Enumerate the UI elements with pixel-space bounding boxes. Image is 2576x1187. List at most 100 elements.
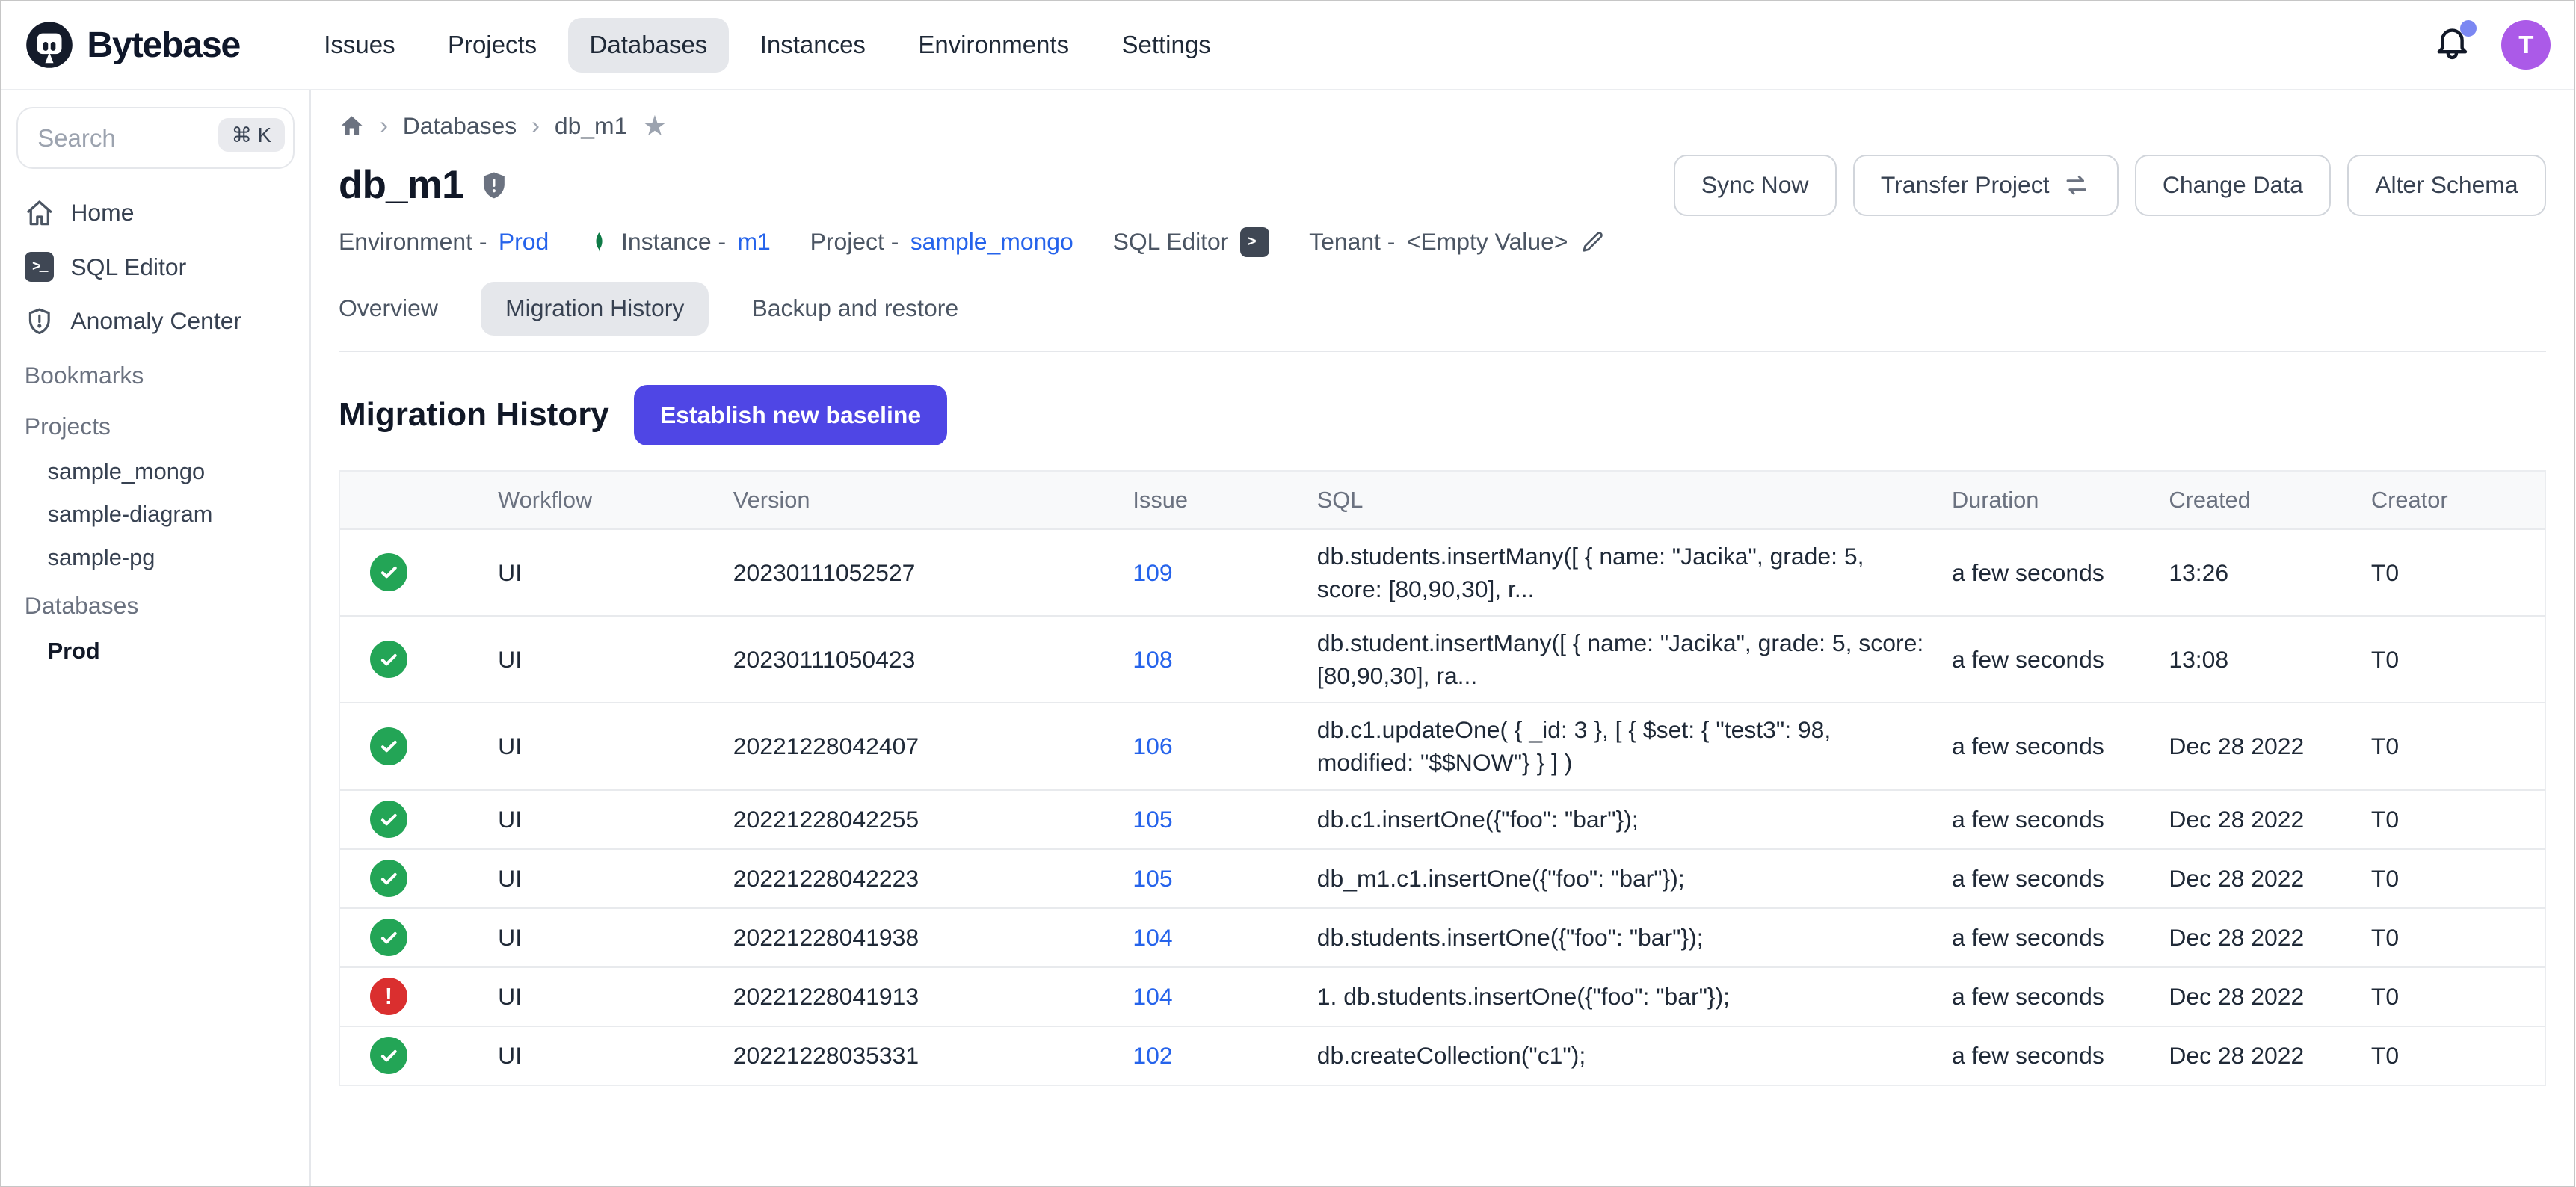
issue-link[interactable]: 102 <box>1133 1042 1172 1069</box>
tab-backup-and-restore[interactable]: Backup and restore <box>752 282 959 336</box>
table-row: !UI202212280419131041. db.students.inser… <box>340 967 2545 1026</box>
alter-schema-button[interactable]: Alter Schema <box>2347 155 2546 215</box>
instance-link[interactable]: m1 <box>737 228 770 256</box>
issue-link[interactable]: 109 <box>1133 559 1172 586</box>
success-check-icon <box>370 801 408 839</box>
issue-link[interactable]: 108 <box>1133 646 1172 673</box>
issue-link[interactable]: 106 <box>1133 733 1172 759</box>
sidebar-item-sample-diagram[interactable]: sample-diagram <box>1 493 309 536</box>
breadcrumb-databases[interactable]: Databases <box>403 112 517 140</box>
duration-cell: a few seconds <box>1938 529 2155 616</box>
sidebar-item-sql-editor[interactable]: >_SQL Editor <box>1 240 309 295</box>
column-header-sql: SQL <box>1304 472 1938 529</box>
creator-cell: T0 <box>2358 703 2544 789</box>
error-exclamation-icon: ! <box>370 978 408 1016</box>
sql-text: 1. db.students.insertOne({"foo": "bar"})… <box>1317 980 1926 1013</box>
status-cell <box>340 529 485 616</box>
issue-cell: 105 <box>1120 790 1304 849</box>
change-data-button[interactable]: Change Data <box>2135 155 2331 215</box>
home-icon[interactable] <box>339 113 365 139</box>
sidebar: ⌘ K Home>_SQL EditorAnomaly CenterBookma… <box>1 90 311 1186</box>
user-avatar[interactable]: T <box>2501 20 2551 70</box>
establish-baseline-button[interactable]: Establish new baseline <box>634 385 948 445</box>
meta-environment: Environment - Prod <box>339 228 549 256</box>
version-cell: 20221228041938 <box>720 908 1120 967</box>
sidebar-item-sample-pg[interactable]: sample-pg <box>1 536 309 579</box>
creator-cell: T0 <box>2358 849 2544 908</box>
sql-text: db_m1.c1.insertOne({"foo": "bar"}); <box>1317 862 1926 895</box>
notifications-bell-icon[interactable] <box>2432 25 2472 65</box>
issue-link[interactable]: 105 <box>1133 806 1172 833</box>
workflow-cell: UI <box>485 790 721 849</box>
duration-cell: a few seconds <box>1938 908 2155 967</box>
project-link[interactable]: sample_mongo <box>910 228 1073 256</box>
notification-dot <box>2460 20 2477 37</box>
environment-link[interactable]: Prod <box>499 228 549 256</box>
status-cell <box>340 790 485 849</box>
duration-cell: a few seconds <box>1938 849 2155 908</box>
bytebase-logo[interactable]: Bytebase <box>25 20 240 70</box>
success-check-icon <box>370 919 408 957</box>
workflow-cell: UI <box>485 529 721 616</box>
topbar-right: T <box>2432 20 2551 70</box>
environment-label: Environment - <box>339 228 487 256</box>
nav-item-databases[interactable]: Databases <box>568 18 729 73</box>
created-cell: Dec 28 2022 <box>2156 790 2358 849</box>
column-header-creator: Creator <box>2358 472 2544 529</box>
issue-cell: 104 <box>1120 908 1304 967</box>
sidebar-item-prod[interactable]: Prod <box>1 629 309 672</box>
sql-editor-label: SQL Editor <box>1113 228 1229 256</box>
bookmark-star-icon[interactable]: ★ <box>642 112 668 140</box>
table-row: UI20230111052527109db.students.insertMan… <box>340 529 2545 616</box>
issue-cell: 106 <box>1120 703 1304 789</box>
nav-item-issues[interactable]: Issues <box>303 18 417 73</box>
issue-link[interactable]: 104 <box>1133 983 1172 1010</box>
issue-link[interactable]: 104 <box>1133 924 1172 951</box>
issue-cell: 109 <box>1120 529 1304 616</box>
chevron-right-icon: › <box>531 111 540 140</box>
nav-item-environments[interactable]: Environments <box>897 18 1091 73</box>
duration-cell: a few seconds <box>1938 967 2155 1026</box>
sql-text: db.c1.insertOne({"foo": "bar"}); <box>1317 803 1926 836</box>
button-label: Alter Schema <box>2375 171 2518 199</box>
nav-item-settings[interactable]: Settings <box>1100 18 1232 73</box>
sql-editor-terminal-icon[interactable]: >_ <box>1240 227 1270 257</box>
issue-link[interactable]: 105 <box>1133 865 1172 892</box>
transfer-project-button[interactable]: Transfer Project <box>1853 155 2119 215</box>
version-cell: 20221228042223 <box>720 849 1120 908</box>
issue-cell: 105 <box>1120 849 1304 908</box>
button-label: Change Data <box>2163 171 2303 199</box>
tab-migration-history[interactable]: Migration History <box>481 282 709 336</box>
sql-cell: db.createCollection("c1"); <box>1304 1026 1938 1085</box>
shield-alert-icon <box>478 170 510 201</box>
nav-item-projects[interactable]: Projects <box>426 18 558 73</box>
creator-cell: T0 <box>2358 1026 2544 1085</box>
edit-pencil-icon[interactable] <box>1580 229 1606 255</box>
creator-cell: T0 <box>2358 529 2544 616</box>
sidebar-item-home[interactable]: Home <box>1 185 309 240</box>
version-cell: 20221228042255 <box>720 790 1120 849</box>
keyboard-shortcut-badge: ⌘ K <box>218 118 285 152</box>
duration-cell: a few seconds <box>1938 616 2155 703</box>
sidebar-nav: Home>_SQL EditorAnomaly CenterBookmarksP… <box>1 185 309 672</box>
issue-cell: 104 <box>1120 967 1304 1026</box>
nav-item-instances[interactable]: Instances <box>739 18 887 73</box>
column-header-version: Version <box>720 472 1120 529</box>
tab-overview[interactable]: Overview <box>339 282 438 336</box>
version-cell: 20230111050423 <box>720 616 1120 703</box>
success-check-icon <box>370 641 408 679</box>
sidebar-item-sample_mongo[interactable]: sample_mongo <box>1 451 309 493</box>
sync-now-button[interactable]: Sync Now <box>1674 155 1837 215</box>
column-header-status <box>340 472 485 529</box>
sidebar-item-anomaly-center[interactable]: Anomaly Center <box>1 295 309 349</box>
breadcrumb: › Databases › db_m1 ★ <box>339 111 2546 140</box>
success-check-icon <box>370 1037 408 1075</box>
migration-history-table: WorkflowVersionIssueSQLDurationCreatedCr… <box>339 470 2546 1086</box>
creator-cell: T0 <box>2358 616 2544 703</box>
app-window: Bytebase IssuesProjectsDatabasesInstance… <box>0 0 2575 1187</box>
project-label: Project - <box>810 228 899 256</box>
tenant-value: <Empty Value> <box>1407 228 1568 256</box>
sql-text: db.c1.updateOne( { _id: 3 }, [ { $set: {… <box>1317 713 1926 779</box>
workflow-cell: UI <box>485 703 721 789</box>
meta-project: Project - sample_mongo <box>810 228 1073 256</box>
